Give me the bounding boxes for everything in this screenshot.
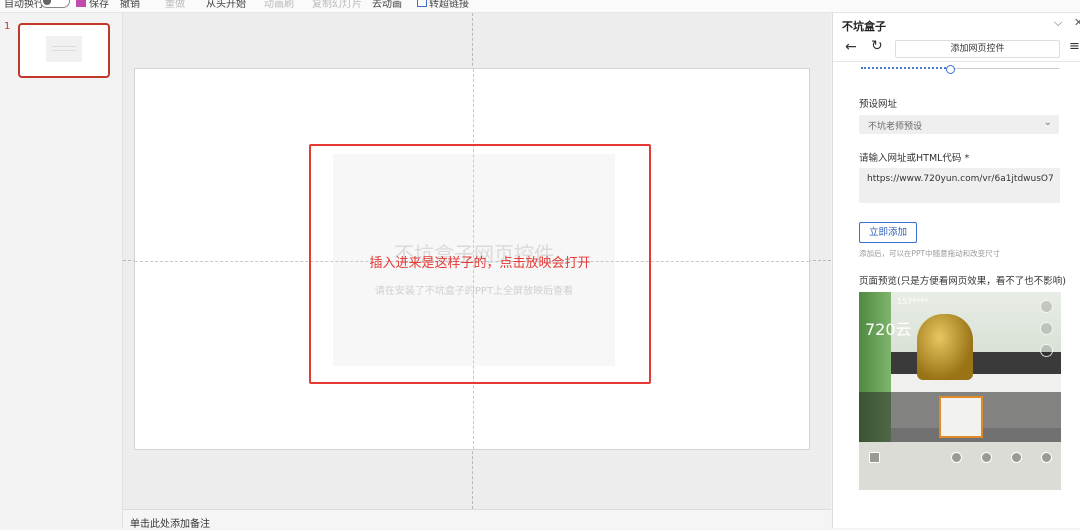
save-icon [76, 0, 86, 7]
toolbar-item-animation-brush[interactable]: 动画刷 [264, 0, 294, 10]
annotation-box: 插入进来是这样子的，点击放映会打开 [309, 144, 651, 384]
thumbnail-placeholder [46, 36, 82, 62]
preview-comment-icon[interactable] [1040, 322, 1053, 335]
toolbar-item-undo[interactable]: 撤销 [120, 0, 140, 10]
toolbar: 自动换行 保存 撤销 重做 从头开始 动画刷 复制幻灯片 去动画 转超链接 [0, 0, 1080, 13]
preview-label: 页面预览(只是方便看网页效果，看不了也不影响) [859, 276, 1066, 287]
preview-more-icon[interactable] [1041, 452, 1052, 463]
slide[interactable]: 不坑盒子网页控件 请在安装了不坑盒子的PPT上全屏放映后查看 插入进来是这样子的… [134, 68, 810, 450]
url-input[interactable]: https://www.720yun.com/vr/6a1jtdwusO7 [859, 168, 1060, 203]
slider-handle[interactable] [946, 65, 955, 74]
thumbnail-number: 1 [4, 21, 11, 32]
close-icon[interactable]: ✕ [1074, 16, 1080, 29]
toolbar-item-to-hyperlink[interactable]: 转超链接 [429, 0, 469, 10]
slide-thumbnail[interactable] [18, 23, 110, 78]
task-pane: 不坑盒子 ⌵ ✕ ← ↻ 添加网页控件 ≡ 预设网址 不坑老师预设 ⌄ 请输入网… [832, 13, 1080, 528]
refresh-icon[interactable]: ↻ [871, 38, 883, 54]
preview-bell [917, 314, 973, 380]
back-arrow-icon[interactable]: ← [845, 39, 857, 55]
preview-bottom-bar [859, 448, 1061, 468]
slider-track-filled [861, 67, 953, 69]
preview-share-icon[interactable] [981, 452, 992, 463]
slide-canvas: 不坑盒子网页控件 请在安装了不坑盒子的PPT上全屏放映后查看 插入进来是这样子的… [123, 13, 831, 509]
hyperlink-icon [417, 0, 427, 7]
toolbar-item-duplicate-slide[interactable]: 复制幻灯片 [312, 0, 362, 10]
url-input-label: 请输入网址或HTML代码 * [859, 153, 970, 164]
toolbar-item-autowrap[interactable]: 自动换行 [4, 0, 44, 10]
toolbar-item-play-from-start[interactable]: 从头开始 [206, 0, 246, 10]
autowrap-toggle[interactable] [40, 0, 70, 8]
preview-like-icon[interactable] [1011, 452, 1022, 463]
add-hint: 添加后，可以在PPT中随意拖动和改变尺寸 [859, 249, 1001, 258]
pane-title: 不坑盒子 [842, 20, 886, 33]
preview-scene-thumbnail[interactable] [939, 396, 983, 438]
page-title-bar: 添加网页控件 [895, 40, 1060, 58]
menu-icon[interactable]: ≡ [1069, 39, 1080, 54]
toolbar-item-save[interactable]: 保存 [89, 0, 109, 10]
slider-track[interactable] [953, 68, 1059, 69]
annotation-text: 插入进来是这样子的，点击放映会打开 [369, 256, 591, 271]
preset-url-select[interactable]: 不坑老师预设 ⌄ [859, 115, 1059, 134]
url-input-value: https://www.720yun.com/vr/6a1jtdwusO7 [867, 174, 1054, 184]
chevron-down-icon[interactable]: ⌵ [1054, 16, 1062, 30]
preview-compass-icon[interactable] [1040, 344, 1053, 357]
preview-info-icon[interactable] [951, 452, 962, 463]
pane-nav-bar: ← ↻ 添加网页控件 ≡ [833, 37, 1080, 62]
preset-url-value: 不坑老师预设 [868, 122, 923, 132]
pane-content: 预设网址 不坑老师预设 ⌄ 请输入网址或HTML代码 * https://www… [837, 63, 1073, 523]
toolbar-item-redo[interactable]: 重做 [165, 0, 185, 10]
preview-logo: 720云 [865, 320, 912, 339]
slide-thumbnail-pane: 1 [0, 13, 123, 528]
preview-grid-icon[interactable] [869, 452, 880, 463]
preview-user: 157**** [897, 297, 929, 306]
notes-pane[interactable]: 单击此处添加备注 [123, 509, 831, 530]
add-now-button[interactable]: 立即添加 [859, 222, 917, 243]
toolbar-item-remove-animation[interactable]: 去动画 [372, 0, 402, 10]
page-preview[interactable]: 720云 157**** [859, 292, 1061, 490]
chevron-down-icon: ⌄ [1043, 117, 1052, 128]
preset-url-label: 预设网址 [859, 99, 898, 110]
preview-edit-icon[interactable] [1040, 300, 1053, 313]
